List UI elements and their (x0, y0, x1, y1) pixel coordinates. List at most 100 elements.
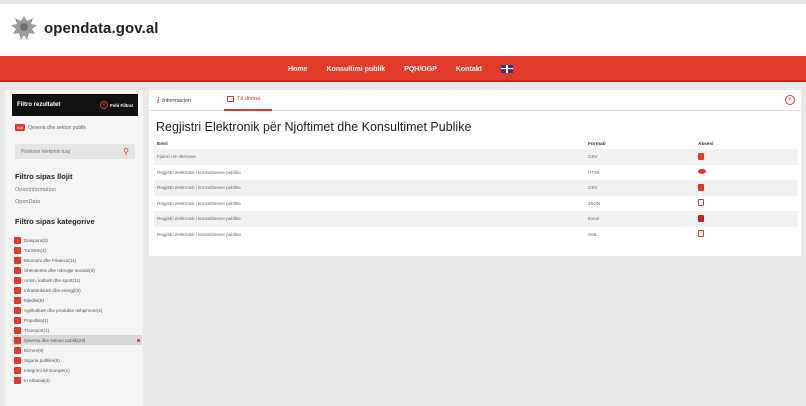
category-label: Qeveria dhe sektori publik(23) (24, 337, 86, 343)
active-filter-tag[interactable]: Kat Qeveria dhe sektori publik (15, 124, 86, 131)
json-file-icon[interactable] (698, 199, 704, 207)
eye-icon[interactable] (698, 169, 706, 175)
logo-rest: data.gov.al (80, 19, 159, 37)
resource-name[interactable]: Regjistri elektronik i konsultimeve publ… (154, 216, 588, 221)
search-box: ⚲ (15, 144, 135, 159)
table-row: Regjistri elektronik i konsultimeve publ… (154, 227, 798, 243)
excel-file-icon[interactable] (698, 214, 704, 222)
albania-emblem-icon (11, 16, 37, 40)
site-logo[interactable]: opendata.gov.al (10, 13, 159, 43)
resource-access (698, 183, 798, 192)
resource-name[interactable]: Regjistri elektronik i konsultimeve publ… (154, 201, 588, 206)
resource-access (698, 230, 798, 238)
resource-access (698, 152, 798, 161)
category-item[interactable]: In Albania(4) (12, 375, 142, 385)
category-label: Infrastrukturë dhe energji(6) (24, 287, 81, 293)
resource-format: HTML (588, 169, 601, 175)
search-input[interactable] (21, 148, 124, 155)
category-icon (14, 306, 21, 314)
category-item[interactable]: Mjedisi(5) (12, 295, 142, 305)
clear-filters-button[interactable]: × Fshi Filtrat (99, 101, 133, 109)
nav-kontakt[interactable]: Kontakt (456, 66, 482, 73)
table-icon (227, 96, 234, 102)
category-item[interactable]: Transport(1) (12, 325, 142, 335)
category-label: Biznes(9) (24, 347, 44, 353)
category-icon (14, 246, 21, 254)
search-icon[interactable]: ⚲ (123, 147, 129, 156)
category-label: Arsim, kulturë dhe sport(11) (24, 277, 81, 283)
category-icon (14, 266, 21, 274)
category-item[interactable]: Diaspora(3) (12, 235, 142, 245)
category-icon (14, 276, 21, 284)
xml-file-icon[interactable] (698, 230, 704, 238)
category-icon (14, 316, 21, 324)
category-item[interactable]: Infrastrukturë dhe energji(6) (12, 285, 142, 295)
tab-te-dhena[interactable]: Të dhëna (227, 96, 260, 102)
type-openinformation[interactable]: OpenInformation (15, 187, 56, 193)
page-title: Regjistri Elektronik për Njoftimet dhe K… (156, 120, 472, 134)
category-icon (14, 346, 21, 354)
tab-bar: i Informacion Të dhëna × (149, 90, 801, 111)
category-item[interactable]: Ekonomi dhe Financa(11) (12, 255, 142, 265)
csv-file-icon[interactable] (698, 183, 704, 191)
resource-name[interactable]: Regjistri elektronik i konsultimeve publ… (154, 185, 588, 190)
resource-format: XML (588, 231, 598, 237)
category-icon (14, 326, 21, 334)
category-label: Integrimi në Europë(1) (24, 367, 70, 373)
category-icon (14, 236, 21, 244)
resource-name[interactable]: Regjistri elektronik i konsultimeve publ… (154, 170, 588, 175)
resource-format: Excel (588, 216, 600, 222)
site-header: opendata.gov.al (0, 0, 806, 56)
category-label: Ekonomi dhe Financa(11) (24, 257, 77, 263)
nav-home[interactable]: Home (288, 66, 307, 73)
category-label: Transport(1) (24, 327, 50, 333)
resource-access (698, 169, 798, 175)
info-icon: i (157, 96, 160, 105)
category-label: Turizëm(2) (24, 247, 47, 253)
nav-pqh-ogp[interactable]: PQH/OGP (404, 66, 437, 73)
resource-name[interactable]: Regjistri elektronik i konsultimeve publ… (154, 232, 588, 237)
resource-format: CSV (588, 154, 598, 160)
table-row: Regjistri elektronik i konsultimeve publ… (154, 196, 798, 212)
site-logo-text: opendata.gov.al (44, 20, 159, 37)
category-label: Diaspora(3) (24, 237, 48, 243)
resource-format: CSV (588, 185, 598, 191)
table-row: Fjalori i të dhënave CSV (154, 149, 798, 165)
resource-name[interactable]: Fjalori i të dhënave (154, 154, 588, 159)
table-row: Regjistri elektronik i konsultimeve publ… (154, 180, 798, 196)
filter-title: Filtro rezultatet (17, 102, 61, 108)
category-item[interactable]: Integrimi në Europë(1) (12, 365, 142, 375)
tab-te-dhena-label: Të dhëna (237, 96, 261, 102)
tab-informacion[interactable]: i Informacion (157, 96, 191, 105)
category-label: Agrikulturë dhe produkte ushqimore(4) (24, 307, 103, 313)
csv-file-icon[interactable] (698, 152, 704, 160)
logo-bold: open (44, 19, 81, 37)
close-panel-button[interactable]: × (785, 95, 795, 105)
category-label: Siguria publike(6) (24, 357, 60, 363)
category-item[interactable]: Qeveria dhe sektori publik(23) (12, 335, 142, 345)
category-item[interactable]: Biznes(9) (12, 345, 142, 355)
tab-informacion-label: Informacion (162, 97, 191, 104)
uk-flag-icon[interactable] (500, 65, 513, 73)
category-list: Diaspora(3) Turizëm(2) Ekonomi dhe Financa… (12, 235, 142, 385)
category-icon (14, 366, 21, 374)
category-label: Shëndetësi dhe mbrojtje sociale(3) (24, 267, 95, 273)
dataset-panel: i Informacion Të dhëna × Regjistri Elekt… (149, 90, 801, 256)
category-item[interactable]: Siguria publike(6) (12, 355, 142, 365)
category-item[interactable]: Agrikulturë dhe produkte ushqimore(4) (12, 305, 142, 315)
resource-access (698, 214, 798, 223)
category-item[interactable]: Shëndetësi dhe mbrojtje sociale(3) (12, 265, 142, 275)
nav-konsultimi-publik[interactable]: Konsultimi publik (326, 66, 385, 73)
category-icon (14, 256, 21, 264)
close-icon: × (99, 101, 108, 109)
category-icon (14, 296, 21, 304)
table-row: Regjistri elektronik i konsultimeve publ… (154, 165, 798, 181)
category-item[interactable]: Popullsia(1) (12, 315, 142, 325)
category-label: In Albania(4) (24, 377, 50, 383)
category-item[interactable]: Turizëm(2) (12, 245, 142, 255)
header-aksesi: Aksesi (698, 142, 714, 147)
type-opendata[interactable]: OpenData (15, 199, 40, 205)
category-icon (14, 376, 21, 384)
category-icon (14, 356, 21, 364)
category-item[interactable]: Arsim, kulturë dhe sport(11) (12, 275, 142, 285)
